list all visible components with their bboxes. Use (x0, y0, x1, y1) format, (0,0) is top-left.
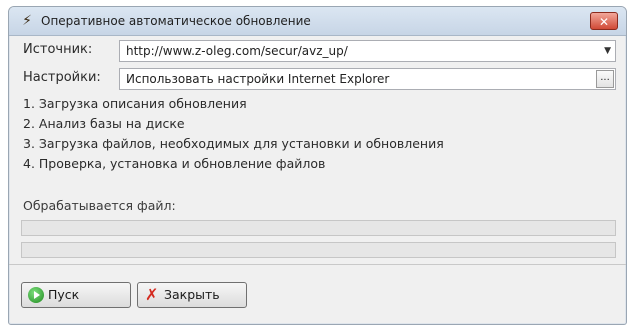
play-circle-icon (28, 287, 44, 303)
processing-file-label: Обрабатывается файл: (23, 198, 176, 213)
chevron-down-icon[interactable]: ▼ (604, 41, 611, 61)
settings-value: Использовать настройки Internet Explorer (126, 72, 390, 86)
step-item: 3. Загрузка файлов, необходимых для уста… (23, 136, 444, 151)
step-item: 1. Загрузка описания обновления (23, 96, 247, 111)
button-bar-divider (9, 264, 626, 265)
close-button[interactable]: ✗ Закрыть (137, 282, 247, 308)
settings-browse-button[interactable]: ... (596, 70, 614, 88)
step-item: 2. Анализ базы на диске (23, 116, 185, 131)
dialog-body: Источник: http://www.z-oleg.com/secur/av… (9, 36, 626, 324)
source-combobox[interactable]: http://www.z-oleg.com/secur/avz_up/ ▼ (119, 40, 616, 62)
title-bar[interactable]: ⚡ Оперативное автоматическое обновление … (9, 7, 626, 36)
steps-list: 1. Загрузка описания обновления 2. Анали… (23, 94, 444, 174)
close-button-label: Закрыть (164, 287, 220, 302)
source-value: http://www.z-oleg.com/secur/avz_up/ (126, 44, 348, 58)
start-button[interactable]: Пуск (21, 282, 131, 308)
update-dialog: ⚡ Оперативное автоматическое обновление … (8, 6, 627, 325)
start-button-label: Пуск (48, 287, 80, 302)
window-close-button[interactable]: ✕ (590, 12, 618, 30)
settings-label: Настройки: (23, 70, 101, 85)
progress-bar-secondary (21, 242, 616, 258)
red-x-icon: ✗ (145, 285, 159, 304)
window-title: Оперативное автоматическое обновление (41, 14, 311, 28)
progress-bar-primary (21, 220, 616, 236)
settings-field[interactable]: Использовать настройки Internet Explorer… (119, 68, 616, 90)
source-label: Источник: (23, 42, 93, 57)
app-icon: ⚡ (22, 13, 32, 29)
step-item: 4. Проверка, установка и обновление файл… (23, 156, 326, 171)
